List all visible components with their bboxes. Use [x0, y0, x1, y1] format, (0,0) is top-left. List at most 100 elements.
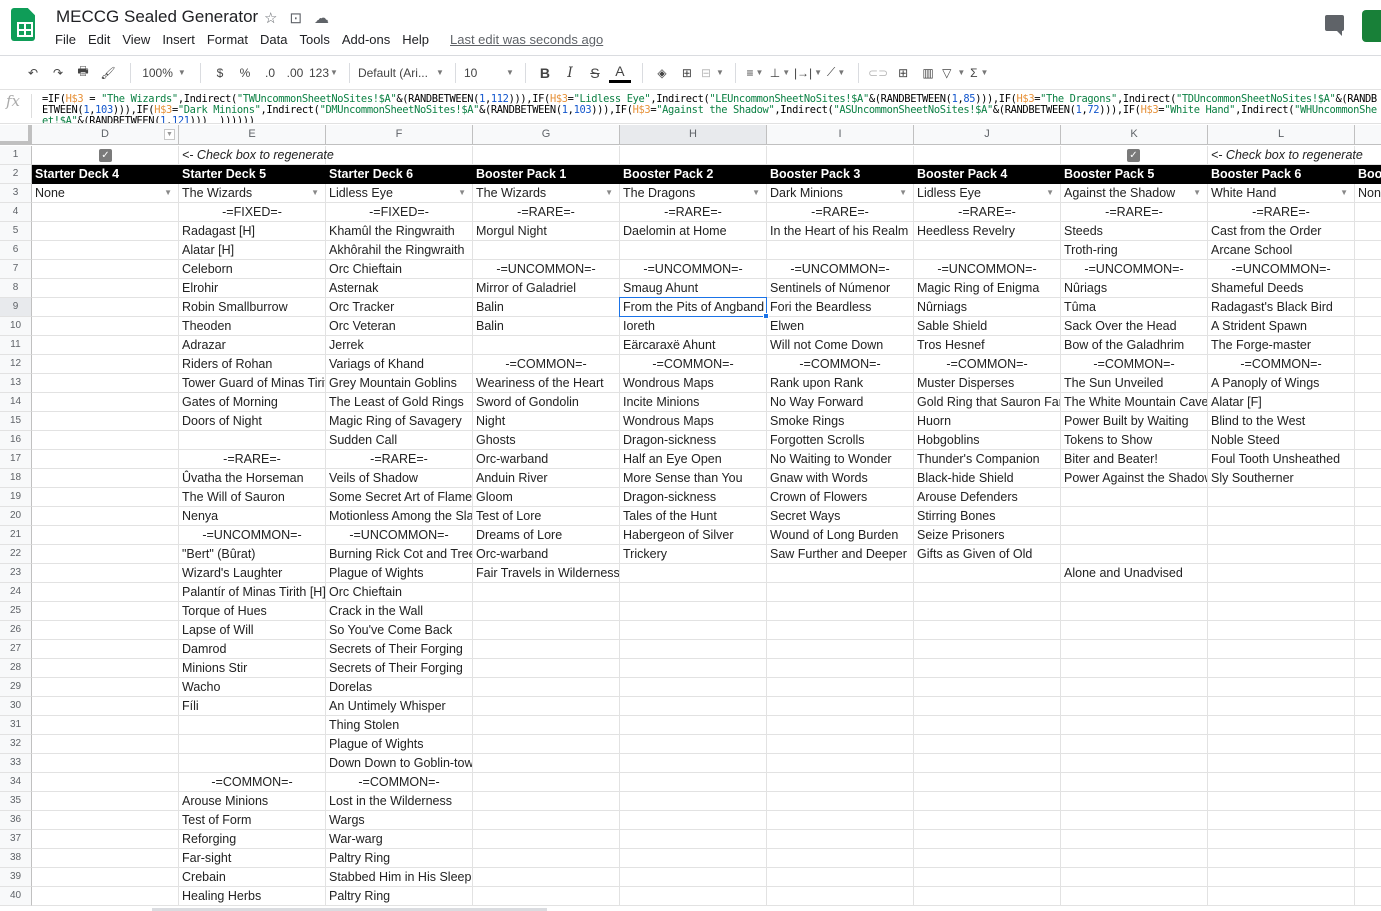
- menu-insert[interactable]: Insert: [162, 32, 195, 47]
- card-cell[interactable]: Variags of Khand: [326, 355, 473, 374]
- cell[interactable]: [767, 697, 914, 716]
- card-cell[interactable]: From the Pits of Angband: [620, 298, 767, 317]
- row-header-16[interactable]: 16: [0, 431, 32, 450]
- row-header-37[interactable]: 37: [0, 830, 32, 849]
- card-cell[interactable]: Bow of the Galadhrim: [1061, 336, 1208, 355]
- card-cell[interactable]: Nûriags: [1061, 279, 1208, 298]
- card-cell[interactable]: Torque of Hues: [179, 602, 326, 621]
- card-cell[interactable]: Orc Chieftain: [326, 583, 473, 602]
- insert-comment-icon[interactable]: ⊞: [892, 61, 914, 85]
- cell[interactable]: [620, 811, 767, 830]
- cell[interactable]: [1061, 811, 1208, 830]
- set-dropdown[interactable]: The Wizards ▼: [179, 184, 326, 203]
- cell[interactable]: [620, 754, 767, 773]
- card-cell[interactable]: Arouse Defenders: [914, 488, 1061, 507]
- cell[interactable]: [1061, 792, 1208, 811]
- cell[interactable]: [1355, 868, 1381, 887]
- cell[interactable]: [1061, 488, 1208, 507]
- card-cell[interactable]: Tûma: [1061, 298, 1208, 317]
- cell[interactable]: [473, 241, 620, 260]
- cell[interactable]: [620, 241, 767, 260]
- cell[interactable]: [620, 773, 767, 792]
- cell[interactable]: [32, 260, 179, 279]
- cell[interactable]: [1355, 887, 1381, 906]
- cell[interactable]: [1061, 507, 1208, 526]
- cell[interactable]: [179, 754, 326, 773]
- card-cell[interactable]: Riders of Rohan: [179, 355, 326, 374]
- card-cell[interactable]: Gold Ring that Sauron Fantasied: [914, 393, 1061, 412]
- cell[interactable]: [1061, 830, 1208, 849]
- section-label[interactable]: -=RARE=-: [1061, 203, 1208, 222]
- cell[interactable]: [1208, 849, 1355, 868]
- cell[interactable]: [473, 754, 620, 773]
- card-cell[interactable]: Fíli: [179, 697, 326, 716]
- cell[interactable]: [32, 469, 179, 488]
- cell[interactable]: [1355, 564, 1381, 583]
- cell[interactable]: [914, 754, 1061, 773]
- card-cell[interactable]: Balin: [473, 317, 620, 336]
- card-cell[interactable]: Wargs: [326, 811, 473, 830]
- cell[interactable]: [914, 849, 1061, 868]
- cell[interactable]: [32, 203, 179, 222]
- cell[interactable]: [32, 735, 179, 754]
- text-rotation-icon[interactable]: ⟋ ▼: [825, 61, 847, 85]
- percent-button[interactable]: %: [234, 61, 256, 85]
- row-header-8[interactable]: 8: [0, 279, 32, 298]
- vertical-align-icon[interactable]: ⊥ ▼: [769, 61, 791, 85]
- cell[interactable]: [767, 811, 914, 830]
- cell[interactable]: [914, 773, 1061, 792]
- card-cell[interactable]: Motionless Among the Slain: [326, 507, 473, 526]
- card-cell[interactable]: Weariness of the Heart: [473, 374, 620, 393]
- row-header-11[interactable]: 11: [0, 336, 32, 355]
- card-cell[interactable]: No Way Forward: [767, 393, 914, 412]
- card-cell[interactable]: Test of Form: [179, 811, 326, 830]
- cell[interactable]: [1355, 355, 1381, 374]
- cell[interactable]: [1355, 431, 1381, 450]
- document-title[interactable]: MECCG Sealed Generator: [56, 7, 258, 27]
- regenerate-checkbox[interactable]: ✓: [99, 149, 112, 162]
- row-header-35[interactable]: 35: [0, 792, 32, 811]
- merge-cells-icon[interactable]: ⊟ ▼: [701, 61, 724, 85]
- section-label[interactable]: -=UNCOMMON=-: [1208, 260, 1355, 279]
- card-cell[interactable]: Thunder's Companion: [914, 450, 1061, 469]
- cell[interactable]: [1061, 678, 1208, 697]
- cell[interactable]: [1208, 640, 1355, 659]
- cell[interactable]: [620, 849, 767, 868]
- card-cell[interactable]: Nûrniags: [914, 298, 1061, 317]
- section-label[interactable]: -=FIXED=-: [326, 203, 473, 222]
- section-label[interactable]: -=UNCOMMON=-: [620, 260, 767, 279]
- cell[interactable]: [767, 678, 914, 697]
- section-label[interactable]: -=COMMON=-: [914, 355, 1061, 374]
- cell[interactable]: [32, 317, 179, 336]
- set-dropdown[interactable]: Dark Minions ▼: [767, 184, 914, 203]
- row-header-38[interactable]: 38: [0, 849, 32, 868]
- card-cell[interactable]: No Waiting to Wonder: [767, 450, 914, 469]
- cell[interactable]: [767, 754, 914, 773]
- section-label[interactable]: -=RARE=-: [179, 450, 326, 469]
- card-cell[interactable]: Eärcaraxë Ahunt: [620, 336, 767, 355]
- cell[interactable]: [32, 659, 179, 678]
- cell[interactable]: [1355, 317, 1381, 336]
- cell[interactable]: [1355, 526, 1381, 545]
- cell[interactable]: [32, 507, 179, 526]
- italic-button[interactable]: I: [559, 61, 581, 85]
- card-cell[interactable]: Gifts as Given of Old: [914, 545, 1061, 564]
- card-cell[interactable]: Cast from the Order: [1208, 222, 1355, 241]
- cell[interactable]: [1355, 773, 1381, 792]
- chevron-down-icon[interactable]: ▼: [1340, 184, 1348, 202]
- cell[interactable]: [473, 887, 620, 906]
- card-cell[interactable]: Power Built by Waiting: [1061, 412, 1208, 431]
- menu-file[interactable]: File: [55, 32, 76, 47]
- card-cell[interactable]: Grey Mountain Goblins: [326, 374, 473, 393]
- cell[interactable]: [914, 868, 1061, 887]
- card-cell[interactable]: So You've Come Back: [326, 621, 473, 640]
- card-cell[interactable]: Sudden Call: [326, 431, 473, 450]
- card-cell[interactable]: Khamûl the Ringwraith: [326, 222, 473, 241]
- cell[interactable]: [1208, 507, 1355, 526]
- cell[interactable]: [620, 830, 767, 849]
- cell[interactable]: [473, 583, 620, 602]
- comment-icon[interactable]: [1325, 15, 1344, 36]
- cell[interactable]: [1208, 583, 1355, 602]
- cell[interactable]: [1355, 507, 1381, 526]
- cell[interactable]: [914, 564, 1061, 583]
